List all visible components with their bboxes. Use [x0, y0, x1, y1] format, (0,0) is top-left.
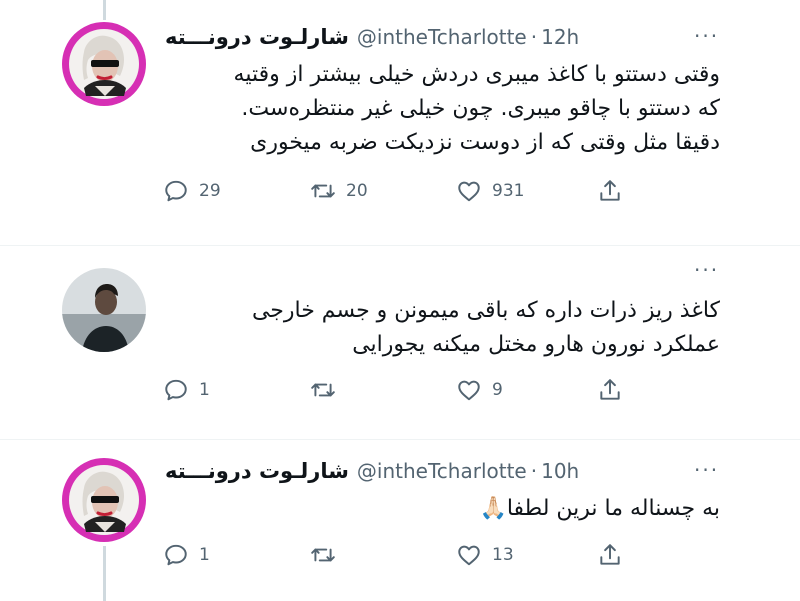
like-button[interactable]: 931 [456, 178, 524, 204]
display-name[interactable]: شارلـوت درونـــته [165, 459, 349, 483]
display-name[interactable]: شارلـوت درونـــته [165, 25, 349, 49]
like-count: 9 [492, 380, 503, 400]
like-count: 13 [492, 545, 514, 565]
reply-count: 1 [199, 545, 210, 565]
share-button[interactable] [597, 542, 623, 568]
like-icon [456, 542, 482, 568]
more-icon[interactable]: ··· [694, 458, 719, 482]
retweet-icon [310, 542, 336, 568]
reply-icon [163, 178, 189, 204]
tweet-header: شارلـوت درونـــته @intheTcharlotte · 10h [165, 456, 579, 486]
more-icon[interactable]: ··· [694, 258, 719, 282]
tweet-text: وقتی دستتو با کاغذ میبری دردش خیلی بیشتر… [150, 58, 720, 160]
tweet-actions: 29 20 931 [163, 178, 643, 208]
avatar-image [62, 22, 146, 106]
share-icon [597, 178, 623, 204]
share-icon [597, 542, 623, 568]
like-button[interactable]: 13 [456, 542, 514, 568]
reply-icon [163, 542, 189, 568]
username[interactable]: @intheTcharlotte [357, 459, 527, 483]
retweet-button[interactable] [310, 542, 346, 568]
share-button[interactable] [597, 377, 623, 403]
tweet-1[interactable]: شارلـوت درونـــته @intheTcharlotte · 12h… [0, 0, 800, 245]
retweet-button[interactable] [310, 377, 346, 403]
thread-line [103, 546, 106, 601]
like-icon [456, 178, 482, 204]
retweet-icon [310, 178, 336, 204]
reply-icon [163, 377, 189, 403]
tweet-line: دقیقا مثل وقتی که از دوست نزدیکت ضربه می… [250, 130, 720, 155]
tweet-3[interactable]: شارلـوت درونـــته @intheTcharlotte · 10h… [0, 440, 800, 601]
avatar[interactable] [62, 22, 146, 106]
more-icon[interactable]: ··· [694, 24, 719, 48]
like-button[interactable]: 9 [456, 377, 503, 403]
reply-button[interactable]: 29 [163, 178, 221, 204]
reply-count: 1 [199, 380, 210, 400]
avatar-image [62, 458, 146, 542]
tweet-actions: 1 9 [163, 377, 643, 407]
tweet-line: به چسناله ما نرین لطفا🙏🏻 [479, 496, 720, 521]
tweet-text: کاغذ ریز ذرات داره که باقی میمونن و جسم … [150, 294, 720, 362]
retweet-count: 20 [346, 181, 368, 201]
like-icon [456, 377, 482, 403]
separator-dot: · [530, 25, 538, 49]
tweet-text: به چسناله ما نرین لطفا🙏🏻 [150, 492, 720, 526]
tweet-line: که دستتو با چاقو میبری. چون خیلی غیر منت… [241, 96, 720, 121]
avatar-image [62, 268, 146, 352]
avatar[interactable] [62, 458, 146, 542]
share-button[interactable] [597, 178, 623, 204]
avatar[interactable] [62, 268, 146, 352]
like-count: 931 [492, 181, 525, 201]
tweet-line: عملکرد نورون هارو مختل میکنه یجورایی [352, 332, 720, 357]
tweet-actions: 1 13 [163, 542, 643, 572]
tweet-2[interactable]: ··· کاغذ ریز ذرات داره که باقی میمونن و … [0, 246, 800, 439]
thread-line [103, 0, 106, 20]
tweet-line: کاغذ ریز ذرات داره که باقی میمونن و جسم … [251, 298, 720, 323]
separator-dot: · [530, 459, 538, 483]
reply-button[interactable]: 1 [163, 377, 210, 403]
reply-count: 29 [199, 181, 221, 201]
share-icon [597, 377, 623, 403]
tweet-header: شارلـوت درونـــته @intheTcharlotte · 12h [165, 22, 579, 52]
reply-button[interactable]: 1 [163, 542, 210, 568]
retweet-icon [310, 377, 336, 403]
tweet-line: وقتی دستتو با کاغذ میبری دردش خیلی بیشتر… [233, 62, 720, 87]
username[interactable]: @intheTcharlotte [357, 25, 527, 49]
retweet-button[interactable]: 20 [310, 178, 368, 204]
timestamp[interactable]: 12h [541, 25, 579, 49]
timestamp[interactable]: 10h [541, 459, 579, 483]
